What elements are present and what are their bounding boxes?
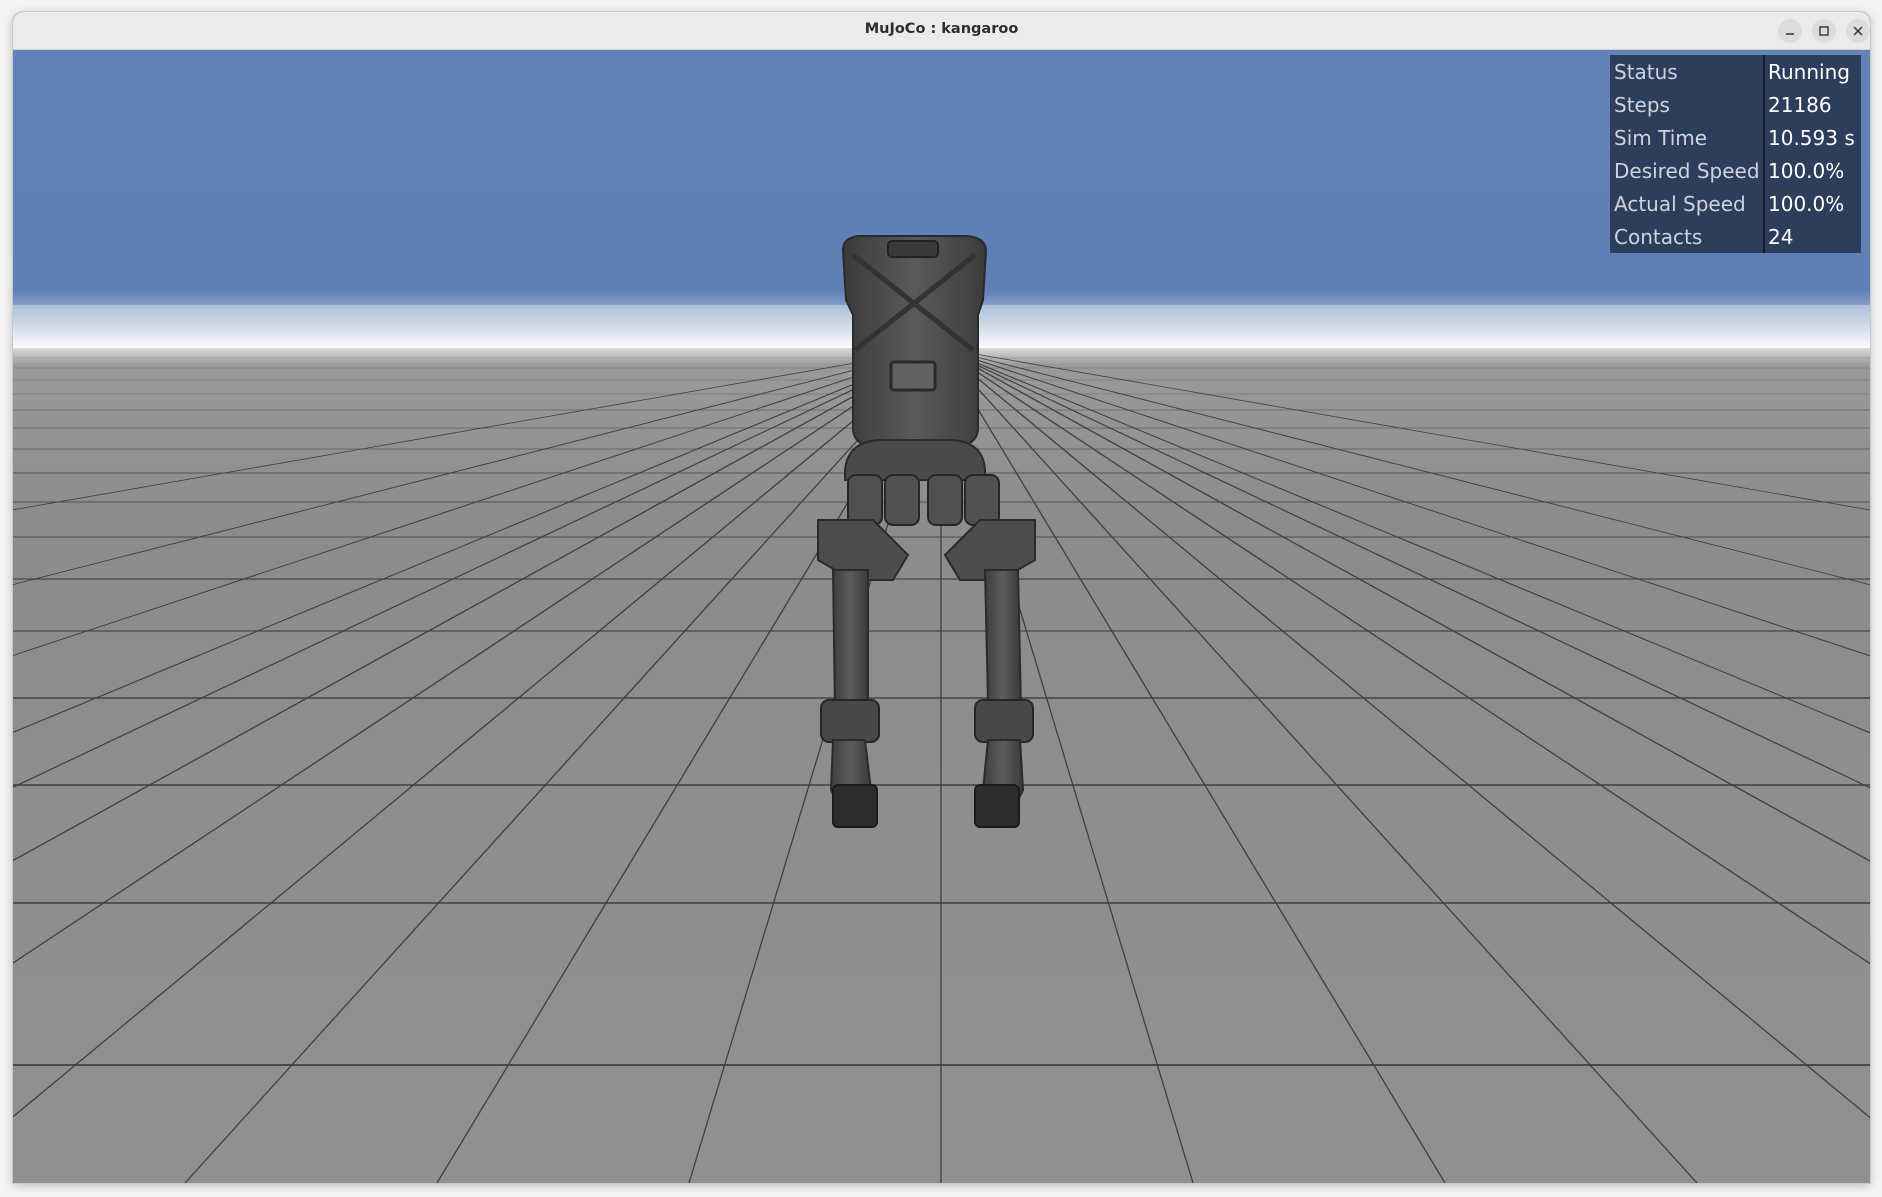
window-title: MuJoCo : kangaroo xyxy=(864,21,1019,37)
info-label: Steps xyxy=(1614,93,1670,117)
info-row-steps: Steps 21186 xyxy=(1610,88,1861,121)
info-value: 100.0% xyxy=(1768,159,1845,183)
right-thigh xyxy=(983,569,1023,711)
maximize-button[interactable] xyxy=(1812,19,1836,43)
close-button[interactable] xyxy=(1846,19,1870,43)
right-knee xyxy=(974,699,1034,743)
info-label: Contacts xyxy=(1614,225,1703,249)
info-row-sim-time: Sim Time 10.593 s xyxy=(1610,121,1861,154)
close-icon xyxy=(1853,26,1863,36)
info-value: 21186 xyxy=(1768,93,1832,117)
info-row-contacts: Contacts 24 xyxy=(1610,220,1861,253)
minimize-button[interactable] xyxy=(1778,19,1802,43)
3d-viewport[interactable]: Status Running Steps 21186 Sim Time 10.5… xyxy=(13,50,1870,1183)
info-value: 10.593 s xyxy=(1768,126,1855,150)
torso-front-port xyxy=(889,360,937,392)
left-thigh xyxy=(831,569,869,711)
info-label: Actual Speed xyxy=(1614,192,1746,216)
left-foot xyxy=(832,784,878,828)
app-window: MuJoCo : kangaroo Status Running Steps 2… xyxy=(13,12,1870,1183)
info-row-status: Status Running xyxy=(1610,55,1861,88)
info-label: Desired Speed xyxy=(1614,159,1760,183)
info-row-desired-speed: Desired Speed 100.0% xyxy=(1610,154,1861,187)
info-value: 24 xyxy=(1768,225,1794,249)
torso-top-port xyxy=(887,240,939,258)
scene-render[interactable] xyxy=(13,50,1870,1183)
maximize-icon xyxy=(1819,26,1829,36)
info-label: Status xyxy=(1614,60,1678,84)
info-label: Sim Time xyxy=(1614,126,1708,150)
minimize-icon xyxy=(1786,33,1794,35)
left-knee xyxy=(820,699,880,743)
right-foot xyxy=(974,784,1020,828)
info-panel: Status Running Steps 21186 Sim Time 10.5… xyxy=(1610,55,1861,253)
info-value: Running xyxy=(1768,60,1850,84)
info-row-actual-speed: Actual Speed 100.0% xyxy=(1610,187,1861,220)
title-bar[interactable]: MuJoCo : kangaroo xyxy=(13,12,1870,50)
info-value: 100.0% xyxy=(1768,192,1845,216)
